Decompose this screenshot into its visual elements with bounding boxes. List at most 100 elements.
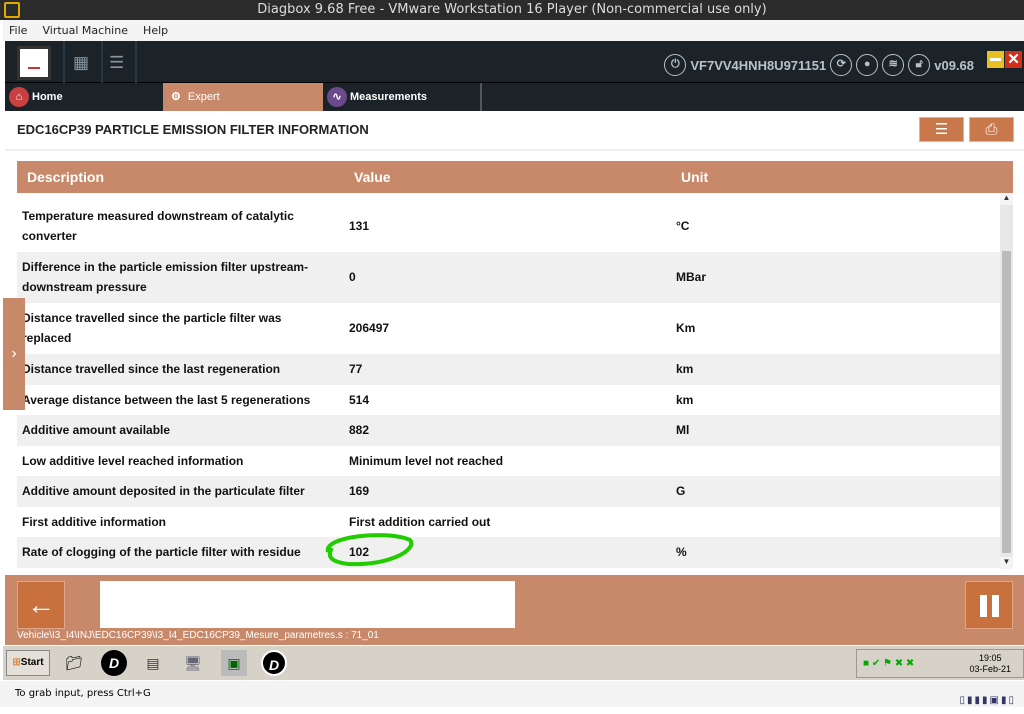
row-unit: km bbox=[676, 362, 694, 376]
page-title: EDC16CP39 PARTICLE EMISSION FILTER INFOR… bbox=[17, 122, 369, 137]
row-description: Average distance between the last 5 rege… bbox=[22, 392, 311, 407]
pulse-icon: ∿ bbox=[327, 87, 347, 107]
document-icon[interactable]: ▤ bbox=[140, 650, 166, 676]
vmware-icon bbox=[4, 2, 20, 18]
back-button[interactable]: ← bbox=[17, 581, 65, 629]
row-unit: % bbox=[676, 545, 687, 559]
tab-label: Home bbox=[32, 91, 63, 103]
row-value: 102 bbox=[349, 545, 370, 559]
tray-icons[interactable]: ■ ✔ ⚑ ✖ ✖ bbox=[863, 658, 914, 669]
row-unit: MBar bbox=[676, 270, 707, 284]
list-icon[interactable]: ☰ bbox=[109, 53, 124, 73]
vin-text: VF7VV4HNH8U971151 bbox=[690, 57, 827, 73]
side-panel-toggle[interactable]: › bbox=[3, 298, 25, 410]
scroll-down-arrow[interactable]: ▼ bbox=[1000, 557, 1013, 569]
start-label: Start bbox=[20, 657, 44, 668]
pause-button[interactable] bbox=[965, 581, 1013, 629]
menu-bar: File Virtual Machine Help bbox=[3, 20, 1024, 41]
row-value: 77 bbox=[349, 362, 363, 376]
app-header: ▦ ☰ ⏻ VF7VV4HNH8U971151 ⟳ ● ≋ 🔓︎ v09.68 … bbox=[5, 41, 1024, 83]
table-scrollbar[interactable]: ▲ ▼ bbox=[1000, 193, 1013, 569]
print-button[interactable]: ⎙ bbox=[969, 117, 1014, 142]
menu-help[interactable]: Help bbox=[143, 24, 168, 37]
home-icon: ⌂ bbox=[9, 87, 29, 107]
table-row: Additive amount available 882 Ml bbox=[17, 415, 1000, 446]
scroll-up-arrow[interactable]: ▲ bbox=[1000, 193, 1013, 205]
clock-date: 03-Feb-21 bbox=[969, 664, 1011, 674]
refresh-icon[interactable]: ⟳ bbox=[830, 54, 853, 76]
grid-icon[interactable]: ▦ bbox=[73, 53, 89, 73]
clock[interactable]: 19:05 03-Feb-21 bbox=[969, 653, 1011, 675]
row-description: Distance travelled since the particle fi… bbox=[22, 311, 282, 345]
minimize-button[interactable] bbox=[987, 51, 1004, 68]
row-description: Low additive level reached information bbox=[22, 453, 244, 468]
window-titlebar: Diagbox 9.68 Free - VMware Workstation 1… bbox=[0, 0, 1024, 20]
table-row: Temperature measured downstream of catal… bbox=[17, 201, 1000, 252]
version-text: v09.68 bbox=[934, 57, 974, 73]
power-icon[interactable]: ⏻ bbox=[664, 54, 687, 76]
display-options-button[interactable]: ☰ bbox=[919, 117, 964, 142]
row-description: First additive information bbox=[22, 514, 167, 529]
table-row: Low additive level reached information Mi… bbox=[17, 446, 1000, 477]
page-header: EDC16CP39 PARTICLE EMISSION FILTER INFOR… bbox=[5, 111, 1024, 151]
row-description: Additive amount deposited in the particu… bbox=[22, 484, 305, 498]
row-value: First addition carried out bbox=[349, 514, 491, 529]
tab-label: Expert bbox=[187, 91, 220, 103]
monitor-icon[interactable]: ▣ bbox=[221, 650, 247, 676]
vmware-status-bar: To grab input, press Ctrl+G ▯▮▮▮▣▮▯ bbox=[0, 681, 1024, 707]
gears-icon: ⚙ bbox=[171, 91, 181, 103]
diagbox-active-icon[interactable]: D bbox=[261, 650, 287, 676]
row-unit: Km bbox=[676, 321, 696, 335]
row-description: Temperature measured downstream of catal… bbox=[22, 209, 294, 243]
menu-virtual-machine[interactable]: Virtual Machine bbox=[42, 24, 128, 37]
row-description: Distance travelled since the last regene… bbox=[22, 362, 281, 376]
row-value: 131 bbox=[349, 219, 370, 233]
row-description: Additive amount available bbox=[22, 423, 171, 437]
tab-label: Measurements bbox=[350, 91, 428, 103]
row-unit: G bbox=[676, 484, 686, 498]
row-value: 0 bbox=[349, 270, 356, 284]
message-area bbox=[100, 581, 515, 628]
row-value: 169 bbox=[349, 484, 370, 498]
taskbar: ⊞Start 📁︎ D ▤ 🖥︎ ▣ D ■ ✔ ⚑ ✖ ✖ 19:05 03-F… bbox=[3, 645, 1024, 680]
computer-icon[interactable]: 🖥︎ bbox=[180, 650, 206, 676]
table-row: First additive information First addition… bbox=[17, 507, 1000, 538]
table-row: Additive amount deposited in the particu… bbox=[17, 476, 1000, 507]
menu-file[interactable]: File bbox=[9, 24, 27, 37]
tab-home[interactable]: ⌂ Home bbox=[9, 83, 163, 111]
row-value: Minimum level not reached bbox=[349, 453, 504, 468]
row-value: 514 bbox=[349, 392, 370, 407]
bottom-bar: ← Vehicle\I3_I4\INJ\EDC16CP39\I3_I4_EDC1… bbox=[5, 575, 1024, 645]
scroll-thumb[interactable] bbox=[1002, 251, 1011, 553]
system-tray: ■ ✔ ⚑ ✖ ✖ 19:05 03-Feb-21 bbox=[856, 649, 1024, 678]
explorer-icon[interactable]: 📁︎ bbox=[61, 650, 87, 676]
row-unit: km bbox=[676, 392, 694, 407]
table-row: Rate of clogging of the particle filter … bbox=[17, 537, 1000, 568]
row-description: Difference in the particle emission filt… bbox=[22, 260, 309, 294]
lock-icon[interactable]: 🔓︎ bbox=[908, 54, 931, 76]
user-icon[interactable]: ● bbox=[856, 54, 879, 76]
col-unit: Unit bbox=[681, 169, 709, 185]
start-button[interactable]: ⊞Start bbox=[6, 650, 50, 676]
col-value: Value bbox=[354, 169, 391, 185]
close-button[interactable]: ✕ bbox=[1005, 51, 1022, 68]
window-title: Diagbox 9.68 Free - VMware Workstation 1… bbox=[257, 2, 767, 17]
row-unit: Ml bbox=[676, 423, 690, 437]
tab-bar: ⌂ Home ⚙ Expert ∿ Measurements bbox=[5, 83, 1024, 111]
table-row: Difference in the particle emission filt… bbox=[17, 252, 1000, 303]
tab-measurements[interactable]: ∿ Measurements bbox=[327, 83, 482, 111]
row-value: 882 bbox=[349, 423, 370, 437]
clock-time: 19:05 bbox=[978, 653, 1002, 663]
table-row: Average distance between the last 5 rege… bbox=[17, 385, 1000, 416]
col-description: Description bbox=[27, 169, 105, 185]
tab-expert[interactable]: ⚙ Expert bbox=[163, 83, 323, 111]
row-unit: °C bbox=[676, 219, 690, 233]
row-value: 206497 bbox=[349, 321, 390, 335]
script-path: Vehicle\I3_I4\INJ\EDC16CP39\I3_I4_EDC16C… bbox=[17, 630, 379, 641]
device-icons[interactable]: ▯▮▮▮▣▮▯ bbox=[960, 688, 1016, 714]
citroen-logo[interactable] bbox=[17, 46, 51, 80]
table-body: Temperature measured downstream of catal… bbox=[17, 201, 1000, 568]
table-row: Distance travelled since the particle fi… bbox=[17, 303, 1000, 354]
wifi-icon[interactable]: ≋ bbox=[882, 54, 905, 76]
diagbox-icon[interactable]: D bbox=[101, 650, 127, 676]
